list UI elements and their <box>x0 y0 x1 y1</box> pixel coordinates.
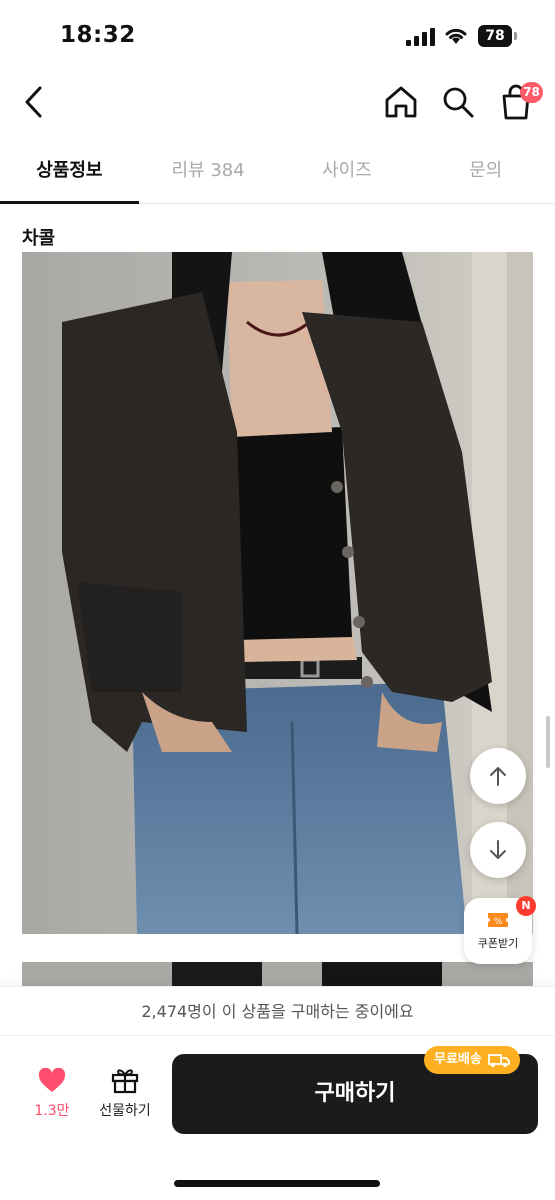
scroll-bottom-button[interactable] <box>470 822 526 878</box>
scroll-top-button[interactable] <box>470 748 526 804</box>
new-badge: N <box>516 896 536 916</box>
back-arrow-icon[interactable] <box>16 82 52 122</box>
truck-icon <box>487 1054 510 1067</box>
color-option-label: 차콜 <box>22 228 56 249</box>
buying-notice: 2,474명이 이 상품을 구매하는 중이에요 <box>0 986 555 1036</box>
coupon-ticket-icon: % <box>488 913 508 927</box>
cart-count-badge: 78 <box>520 82 543 103</box>
home-indicator[interactable] <box>174 1180 380 1187</box>
free-shipping-label: 무료배송 <box>434 1052 482 1067</box>
wifi-icon <box>445 28 467 44</box>
tab-inquiry[interactable]: 문의 <box>416 140 555 203</box>
svg-text:%: % <box>494 917 503 927</box>
product-tabs: 상품정보 리뷰 384 사이즈 문의 <box>0 140 555 204</box>
heart-icon <box>38 1068 66 1092</box>
cellular-signal-icon <box>406 28 435 46</box>
status-bar: 18:32 78 <box>0 0 555 70</box>
scrollbar[interactable] <box>546 716 550 768</box>
coupon-label: 쿠폰받기 <box>477 937 519 950</box>
tab-size[interactable]: 사이즈 <box>278 140 417 203</box>
like-count: 1.3만 <box>34 1103 70 1119</box>
gift-label: 선물하기 <box>99 1103 151 1119</box>
home-icon[interactable] <box>382 84 420 120</box>
product-photo <box>22 252 533 934</box>
coupon-button[interactable]: % N 쿠폰받기 <box>464 896 536 964</box>
battery-level: 78 <box>478 25 512 47</box>
arrow-down-icon <box>490 840 506 859</box>
gift-icon <box>111 1069 139 1094</box>
arrow-up-icon <box>490 767 506 786</box>
free-shipping-badge: 무료배송 <box>424 1046 520 1074</box>
gift-button[interactable]: 선물하기 <box>92 1066 158 1128</box>
like-button[interactable]: 1.3만 <box>24 1068 80 1128</box>
tab-reviews[interactable]: 리뷰 384 <box>139 140 278 203</box>
search-icon[interactable] <box>440 84 476 120</box>
tab-product-info[interactable]: 상품정보 <box>0 140 139 204</box>
battery-icon: 78 <box>478 25 518 47</box>
top-navigation: 78 <box>0 70 555 136</box>
status-time: 18:32 <box>60 22 136 48</box>
bottom-action-bar: 1.3만 선물하기 구매하기 무료배송 <box>0 1036 555 1200</box>
